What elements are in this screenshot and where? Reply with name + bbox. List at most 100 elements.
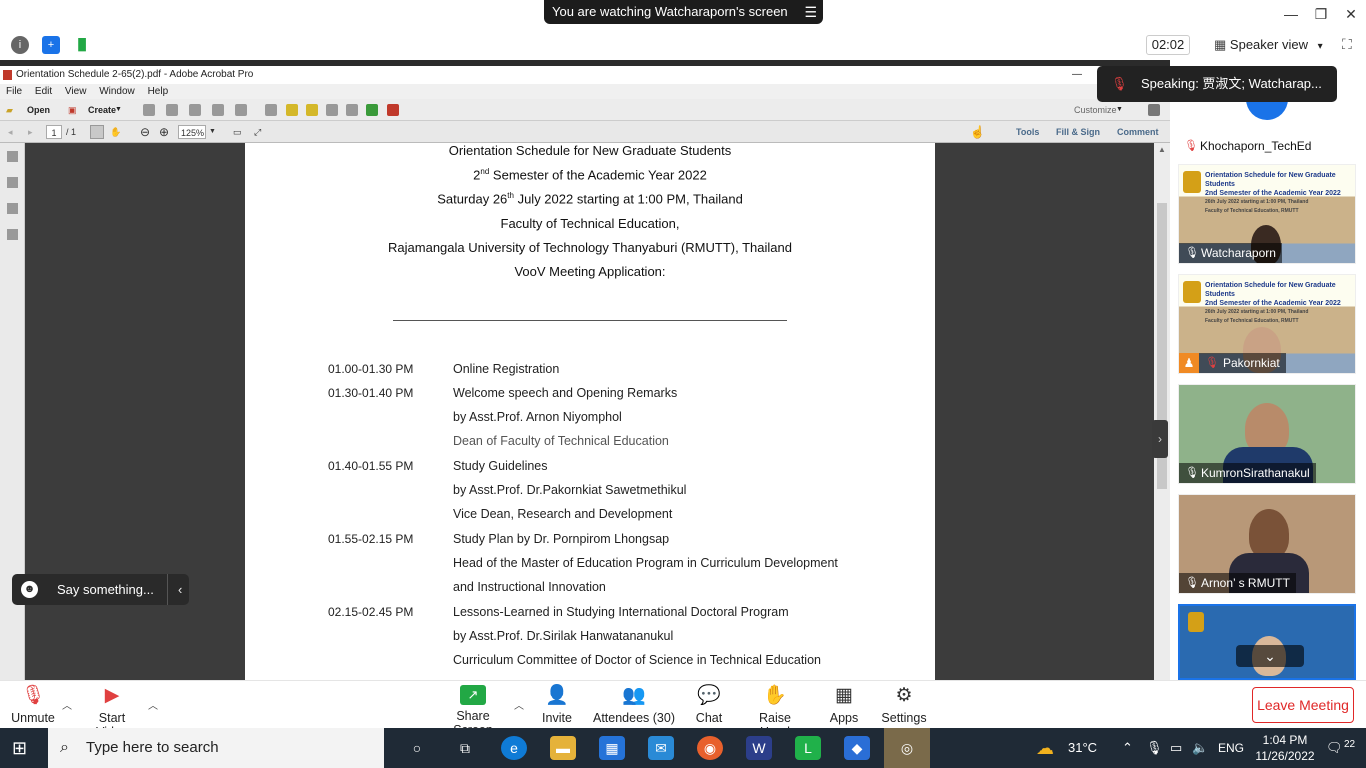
save-icon[interactable]: [143, 104, 155, 116]
participant-tile[interactable]: [1178, 604, 1356, 680]
task-view-icon[interactable]: ⧉: [452, 736, 478, 760]
leave-meeting-button[interactable]: Leave Meeting: [1252, 687, 1354, 723]
webex-icon[interactable]: W: [746, 736, 772, 760]
open-button[interactable]: Open: [27, 99, 50, 121]
speaker-view-button[interactable]: ▦ Speaker view ▾: [1206, 33, 1332, 57]
emoji-icon[interactable]: ☻: [21, 581, 38, 598]
watching-banner[interactable]: You are watching Watcharaporn's screen ☰: [544, 0, 823, 24]
info-icon[interactable]: i: [11, 36, 29, 54]
fullscreen-icon[interactable]: ⛶: [1342, 36, 1352, 53]
fit-page-icon[interactable]: ▭: [233, 121, 242, 143]
chevron-down-icon[interactable]: ▼: [209, 121, 216, 143]
chevron-up-icon[interactable]: ︿: [148, 697, 158, 712]
line-icon[interactable]: L: [795, 736, 821, 760]
chevron-up-icon[interactable]: ⌃: [1122, 728, 1133, 768]
document-scrollbar[interactable]: ▲: [1154, 143, 1170, 680]
comment-tab[interactable]: Comment: [1117, 121, 1159, 143]
create-button[interactable]: Create: [88, 99, 116, 121]
menu-file[interactable]: File: [6, 86, 22, 97]
fit-width-icon[interactable]: ⤢: [254, 121, 261, 143]
chat-placeholder[interactable]: Say something...: [57, 574, 154, 605]
acrobat-minimize-icon[interactable]: —: [1072, 66, 1082, 84]
minimize-icon[interactable]: —: [1276, 6, 1306, 22]
comment-bubble-icon[interactable]: [286, 104, 298, 116]
zoom-in-icon[interactable]: ⊕: [159, 121, 169, 143]
mail-icon[interactable]: ✉: [648, 736, 674, 760]
schedule-line: Vice Dean, Research and Development: [453, 507, 673, 521]
taskbar-search-box[interactable]: ⌕ Type here to search: [48, 728, 384, 768]
schedule-line: Online Registration: [453, 362, 560, 376]
next-page-icon[interactable]: ▸: [28, 121, 33, 143]
volume-icon[interactable]: 🔈: [1192, 728, 1208, 768]
expand-icon[interactable]: [1148, 104, 1160, 116]
prev-page-icon[interactable]: ◂: [8, 121, 13, 143]
fill-sign-tab[interactable]: Fill & Sign: [1056, 121, 1100, 143]
menu-view[interactable]: View: [65, 86, 87, 97]
gallery-scroll-down-button[interactable]: ⌄: [1236, 645, 1304, 667]
voov-icon[interactable]: ◆: [844, 736, 870, 760]
microphone-icon[interactable]: 🎙: [1146, 728, 1163, 768]
signature-icon[interactable]: [7, 203, 18, 214]
collapse-gallery-handle[interactable]: ›: [1152, 420, 1168, 458]
windows-start-icon[interactable]: ⊞: [12, 738, 27, 759]
participant-tile[interactable]: 🎙 KumronSirathanakul: [1178, 384, 1356, 484]
pages-icon[interactable]: [7, 151, 18, 162]
participant-tile[interactable]: 🎙 Arnon’ s RMUTT: [1178, 494, 1356, 594]
settings-button[interactable]: ⚙ Settings: [880, 685, 928, 725]
unmute-button[interactable]: 🎙 Unmute: [10, 685, 56, 725]
hand-tool-icon[interactable]: ✋: [110, 121, 121, 143]
language-indicator[interactable]: ENG: [1218, 728, 1244, 768]
gear-icon[interactable]: [265, 104, 277, 116]
weather-icon[interactable]: ☁: [1036, 728, 1054, 768]
schedule-line: Welcome speech and Opening Remarks: [453, 386, 678, 400]
active-app-icon[interactable]: ◎: [884, 728, 930, 768]
apps-button[interactable]: ▦ Apps: [828, 685, 860, 725]
tools-tab[interactable]: Tools: [1016, 121, 1039, 143]
select-tool-icon[interactable]: [90, 125, 104, 139]
cortana-icon[interactable]: ○: [404, 736, 430, 760]
highlight-icon[interactable]: [306, 104, 318, 116]
battery-icon[interactable]: ▭: [1170, 728, 1182, 768]
chevron-up-icon[interactable]: ︿: [514, 697, 524, 712]
file-explorer-icon[interactable]: ▬: [550, 736, 576, 760]
attachment-icon[interactable]: [7, 229, 18, 240]
close-icon[interactable]: ✕: [1336, 6, 1366, 23]
taskbar-clock[interactable]: 1:04 PM 11/26/2022: [1252, 732, 1318, 764]
firefox-icon[interactable]: ◉: [697, 736, 723, 760]
page-number-field[interactable]: 1: [46, 125, 62, 139]
stamp-icon[interactable]: [326, 104, 338, 116]
participant-tile[interactable]: Orientation Schedule for New Graduate St…: [1178, 164, 1356, 264]
chat-input-pill[interactable]: ☻ Say something... ‹: [12, 574, 189, 605]
invite-button[interactable]: 👤 Invite: [540, 685, 574, 725]
print-icon[interactable]: [189, 104, 201, 116]
export-icon[interactable]: [366, 104, 378, 116]
shield-icon[interactable]: +: [42, 36, 60, 54]
chevron-left-icon[interactable]: ‹: [167, 574, 182, 605]
open-folder-icon[interactable]: ▰: [6, 99, 13, 121]
bookmark-icon[interactable]: [7, 177, 18, 188]
store-icon[interactable]: ▦: [599, 736, 625, 760]
menu-window[interactable]: Window: [99, 86, 135, 97]
cloud-icon[interactable]: [166, 104, 178, 116]
attach-icon[interactable]: [346, 104, 358, 116]
chat-icon: 💬: [697, 685, 721, 706]
weather-temp[interactable]: 31°C: [1068, 728, 1097, 768]
customize-dropdown[interactable]: Customize: [1074, 99, 1117, 121]
zoom-out-icon[interactable]: ⊖: [140, 121, 150, 143]
menu-edit[interactable]: Edit: [35, 86, 52, 97]
attendees-button[interactable]: 👥 Attendees (30): [592, 685, 676, 725]
zoom-field[interactable]: 125%: [178, 125, 206, 139]
signal-bars-icon[interactable]: ▐▌: [73, 36, 91, 54]
participant-tile[interactable]: Orientation Schedule for New Graduate St…: [1178, 274, 1356, 374]
scroll-up-icon[interactable]: ▲: [1158, 145, 1166, 154]
edge-icon[interactable]: e: [501, 736, 527, 760]
chat-button[interactable]: 💬 Chat: [694, 685, 724, 725]
menu-help[interactable]: Help: [148, 86, 169, 97]
mail-icon[interactable]: [235, 104, 247, 116]
redact-icon[interactable]: [387, 104, 399, 116]
notification-icon[interactable]: 🗨: [1326, 728, 1343, 768]
edit-icon[interactable]: [212, 104, 224, 116]
restore-icon[interactable]: ❐: [1306, 6, 1336, 23]
chevron-up-icon[interactable]: ︿: [62, 697, 72, 712]
menu-icon[interactable]: ☰: [804, 0, 817, 24]
